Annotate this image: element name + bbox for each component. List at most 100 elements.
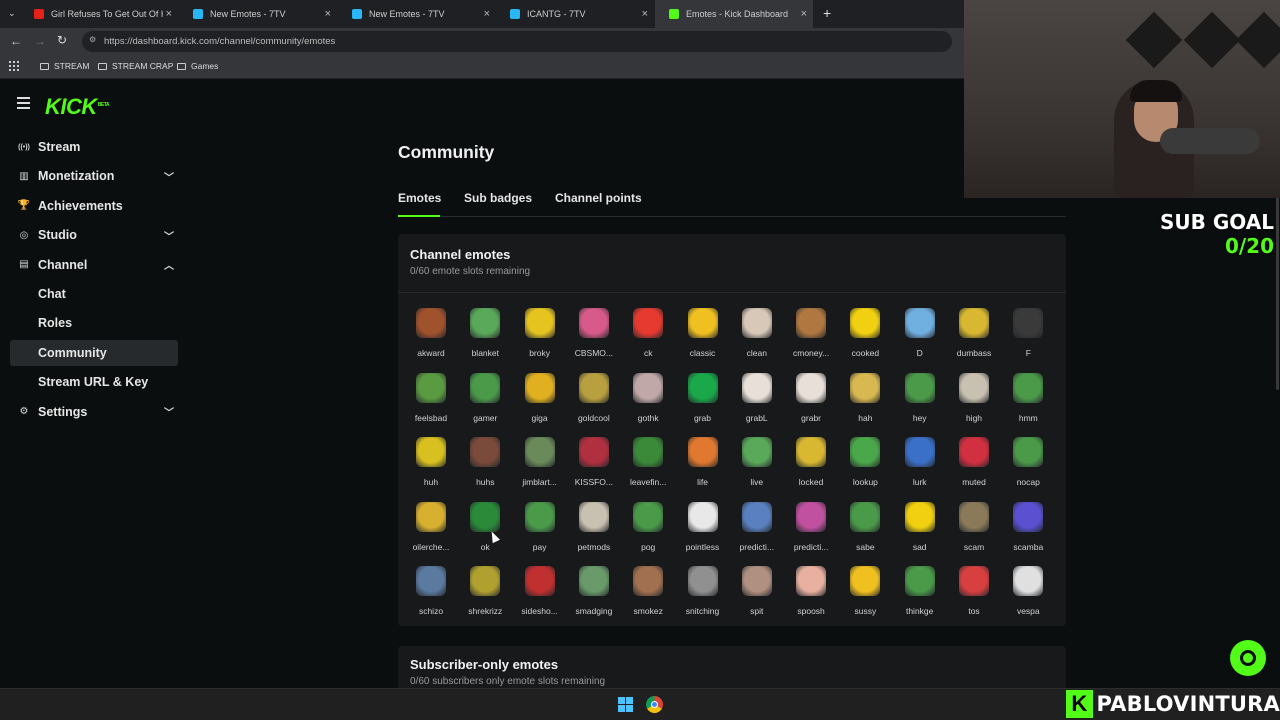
emote-item[interactable]: lurk [893,433,947,493]
back-icon[interactable]: ← [10,34,22,48]
emote-item[interactable]: spit [730,562,784,622]
sidebar-item-achievements[interactable]: 🏆 Achievements [10,193,178,219]
emote-item[interactable]: dumbass [947,304,1001,364]
emote-item[interactable]: D [893,304,947,364]
close-tab-icon[interactable]: × [484,8,490,20]
emote-item[interactable]: live [730,433,784,493]
emote-item[interactable]: cooked [838,304,892,364]
close-tab-icon[interactable]: × [801,8,807,20]
emote-item[interactable]: leavefin... [621,433,675,493]
bookmark-games[interactable]: Games [177,61,218,71]
browser-tab[interactable]: ICANTG - 7TV × [496,0,654,28]
emote-item[interactable]: scamba [1001,498,1055,558]
emote-item[interactable]: nocap [1001,433,1055,493]
sidebar-item-stream[interactable]: ((•)) Stream [10,134,178,160]
browser-tab[interactable]: Emotes - Kick Dashboard × [655,0,813,28]
emote-item[interactable]: F [1001,304,1055,364]
emote-item[interactable]: ck [621,304,675,364]
emote-item[interactable]: gothk [621,369,675,429]
emote-item[interactable]: grab [676,369,730,429]
browser-tab[interactable]: New Emotes - 7TV × [179,0,337,28]
emote-item[interactable]: smadging [567,562,621,622]
menu-icon[interactable] [17,97,30,109]
close-tab-icon[interactable]: × [642,8,648,20]
sidebar-item-community[interactable]: Community [10,339,178,366]
emote-item[interactable]: hey [893,369,947,429]
emote-item[interactable]: high [947,369,1001,429]
sidebar-item-studio[interactable]: ◎ Studio ﹀ [10,222,178,248]
tab-list-chevron-icon[interactable]: ⌄ [8,8,16,19]
emote-item[interactable]: CBSMO... [567,304,621,364]
emote-item[interactable]: hmm [1001,369,1055,429]
emote-item[interactable]: predicti... [730,498,784,558]
emote-item[interactable]: goldcool [567,369,621,429]
close-tab-icon[interactable]: × [166,8,172,20]
emote-item[interactable]: pointless [676,498,730,558]
emote-item[interactable]: vespa [1001,562,1055,622]
emote-item[interactable]: huh [404,433,458,493]
emote-item[interactable]: ok [458,498,512,558]
sidebar-item-settings[interactable]: ⚙ Settings ﹀ [10,399,178,425]
new-tab-button[interactable]: + [823,5,831,21]
emote-item[interactable]: scam [947,498,1001,558]
support-chat-button[interactable] [1230,640,1266,676]
tab-sub-badges[interactable]: Sub badges [464,191,532,205]
emote-item[interactable]: oilerche... [404,498,458,558]
tab-channel-points[interactable]: Channel points [555,191,642,205]
emote-item[interactable]: KISSFO... [567,433,621,493]
bookmark-stream[interactable]: STREAM [40,61,89,71]
emote-item[interactable]: clean [730,304,784,364]
sidebar-item-monetization[interactable]: ▥ Monetization ﹀ [10,163,178,189]
emote-item[interactable]: spoosh [784,562,838,622]
emote-item[interactable]: akward [404,304,458,364]
emote-item[interactable]: cmoney... [784,304,838,364]
chrome-icon[interactable] [646,696,663,713]
emote-item[interactable]: lookup [838,433,892,493]
url-input[interactable]: ⚙ https://dashboard.kick.com/channel/com… [82,31,952,52]
emote-item[interactable]: broky [513,304,567,364]
sidebar-item-chat[interactable]: Chat [10,281,178,307]
emote-item[interactable]: grabL [730,369,784,429]
chevron-down-icon[interactable]: ﹀ [164,404,174,419]
emote-item[interactable]: predicti... [784,498,838,558]
emote-item[interactable]: blanket [458,304,512,364]
emote-item[interactable]: jimblart... [513,433,567,493]
emote-item[interactable]: tos [947,562,1001,622]
emote-item[interactable]: snitching [676,562,730,622]
kick-logo[interactable]: KICKBETA [45,94,110,120]
emote-item[interactable]: petmods [567,498,621,558]
emote-item[interactable]: schizo [404,562,458,622]
site-info-icon[interactable]: ⚙ [89,35,96,44]
emote-item[interactable]: locked [784,433,838,493]
emote-item[interactable]: classic [676,304,730,364]
chevron-down-icon[interactable]: ﹀ [164,228,174,243]
sidebar-item-roles[interactable]: Roles [10,310,178,336]
browser-tab[interactable]: New Emotes - 7TV × [338,0,496,28]
emote-item[interactable]: giga [513,369,567,429]
emote-item[interactable]: sidesho... [513,562,567,622]
windows-start-icon[interactable] [618,697,633,712]
sidebar-item-stream-url-key[interactable]: Stream URL & Key [10,369,178,395]
emote-item[interactable]: sussy [838,562,892,622]
emote-item[interactable]: shrekrizz [458,562,512,622]
emote-item[interactable]: gamer [458,369,512,429]
apps-grid-icon[interactable] [9,61,19,71]
emote-item[interactable]: smokez [621,562,675,622]
emote-item[interactable]: feelsbad [404,369,458,429]
emote-item[interactable]: pay [513,498,567,558]
sidebar-item-channel[interactable]: ▤ Channel ︿ [10,252,178,278]
close-tab-icon[interactable]: × [325,8,331,20]
forward-icon[interactable]: → [34,34,46,48]
emote-item[interactable]: sad [893,498,947,558]
tab-emotes[interactable]: Emotes [398,191,441,205]
emote-item[interactable]: muted [947,433,1001,493]
chevron-up-icon[interactable]: ︿ [164,257,174,272]
browser-tab[interactable]: Girl Refuses To Get Out Of Her × [20,0,178,28]
chevron-down-icon[interactable]: ﹀ [164,169,174,184]
emote-item[interactable]: huhs [458,433,512,493]
bookmark-stream-crap[interactable]: STREAM CRAP [98,61,173,71]
emote-item[interactable]: grabr [784,369,838,429]
emote-item[interactable]: sabe [838,498,892,558]
emote-item[interactable]: life [676,433,730,493]
emote-item[interactable]: pog [621,498,675,558]
